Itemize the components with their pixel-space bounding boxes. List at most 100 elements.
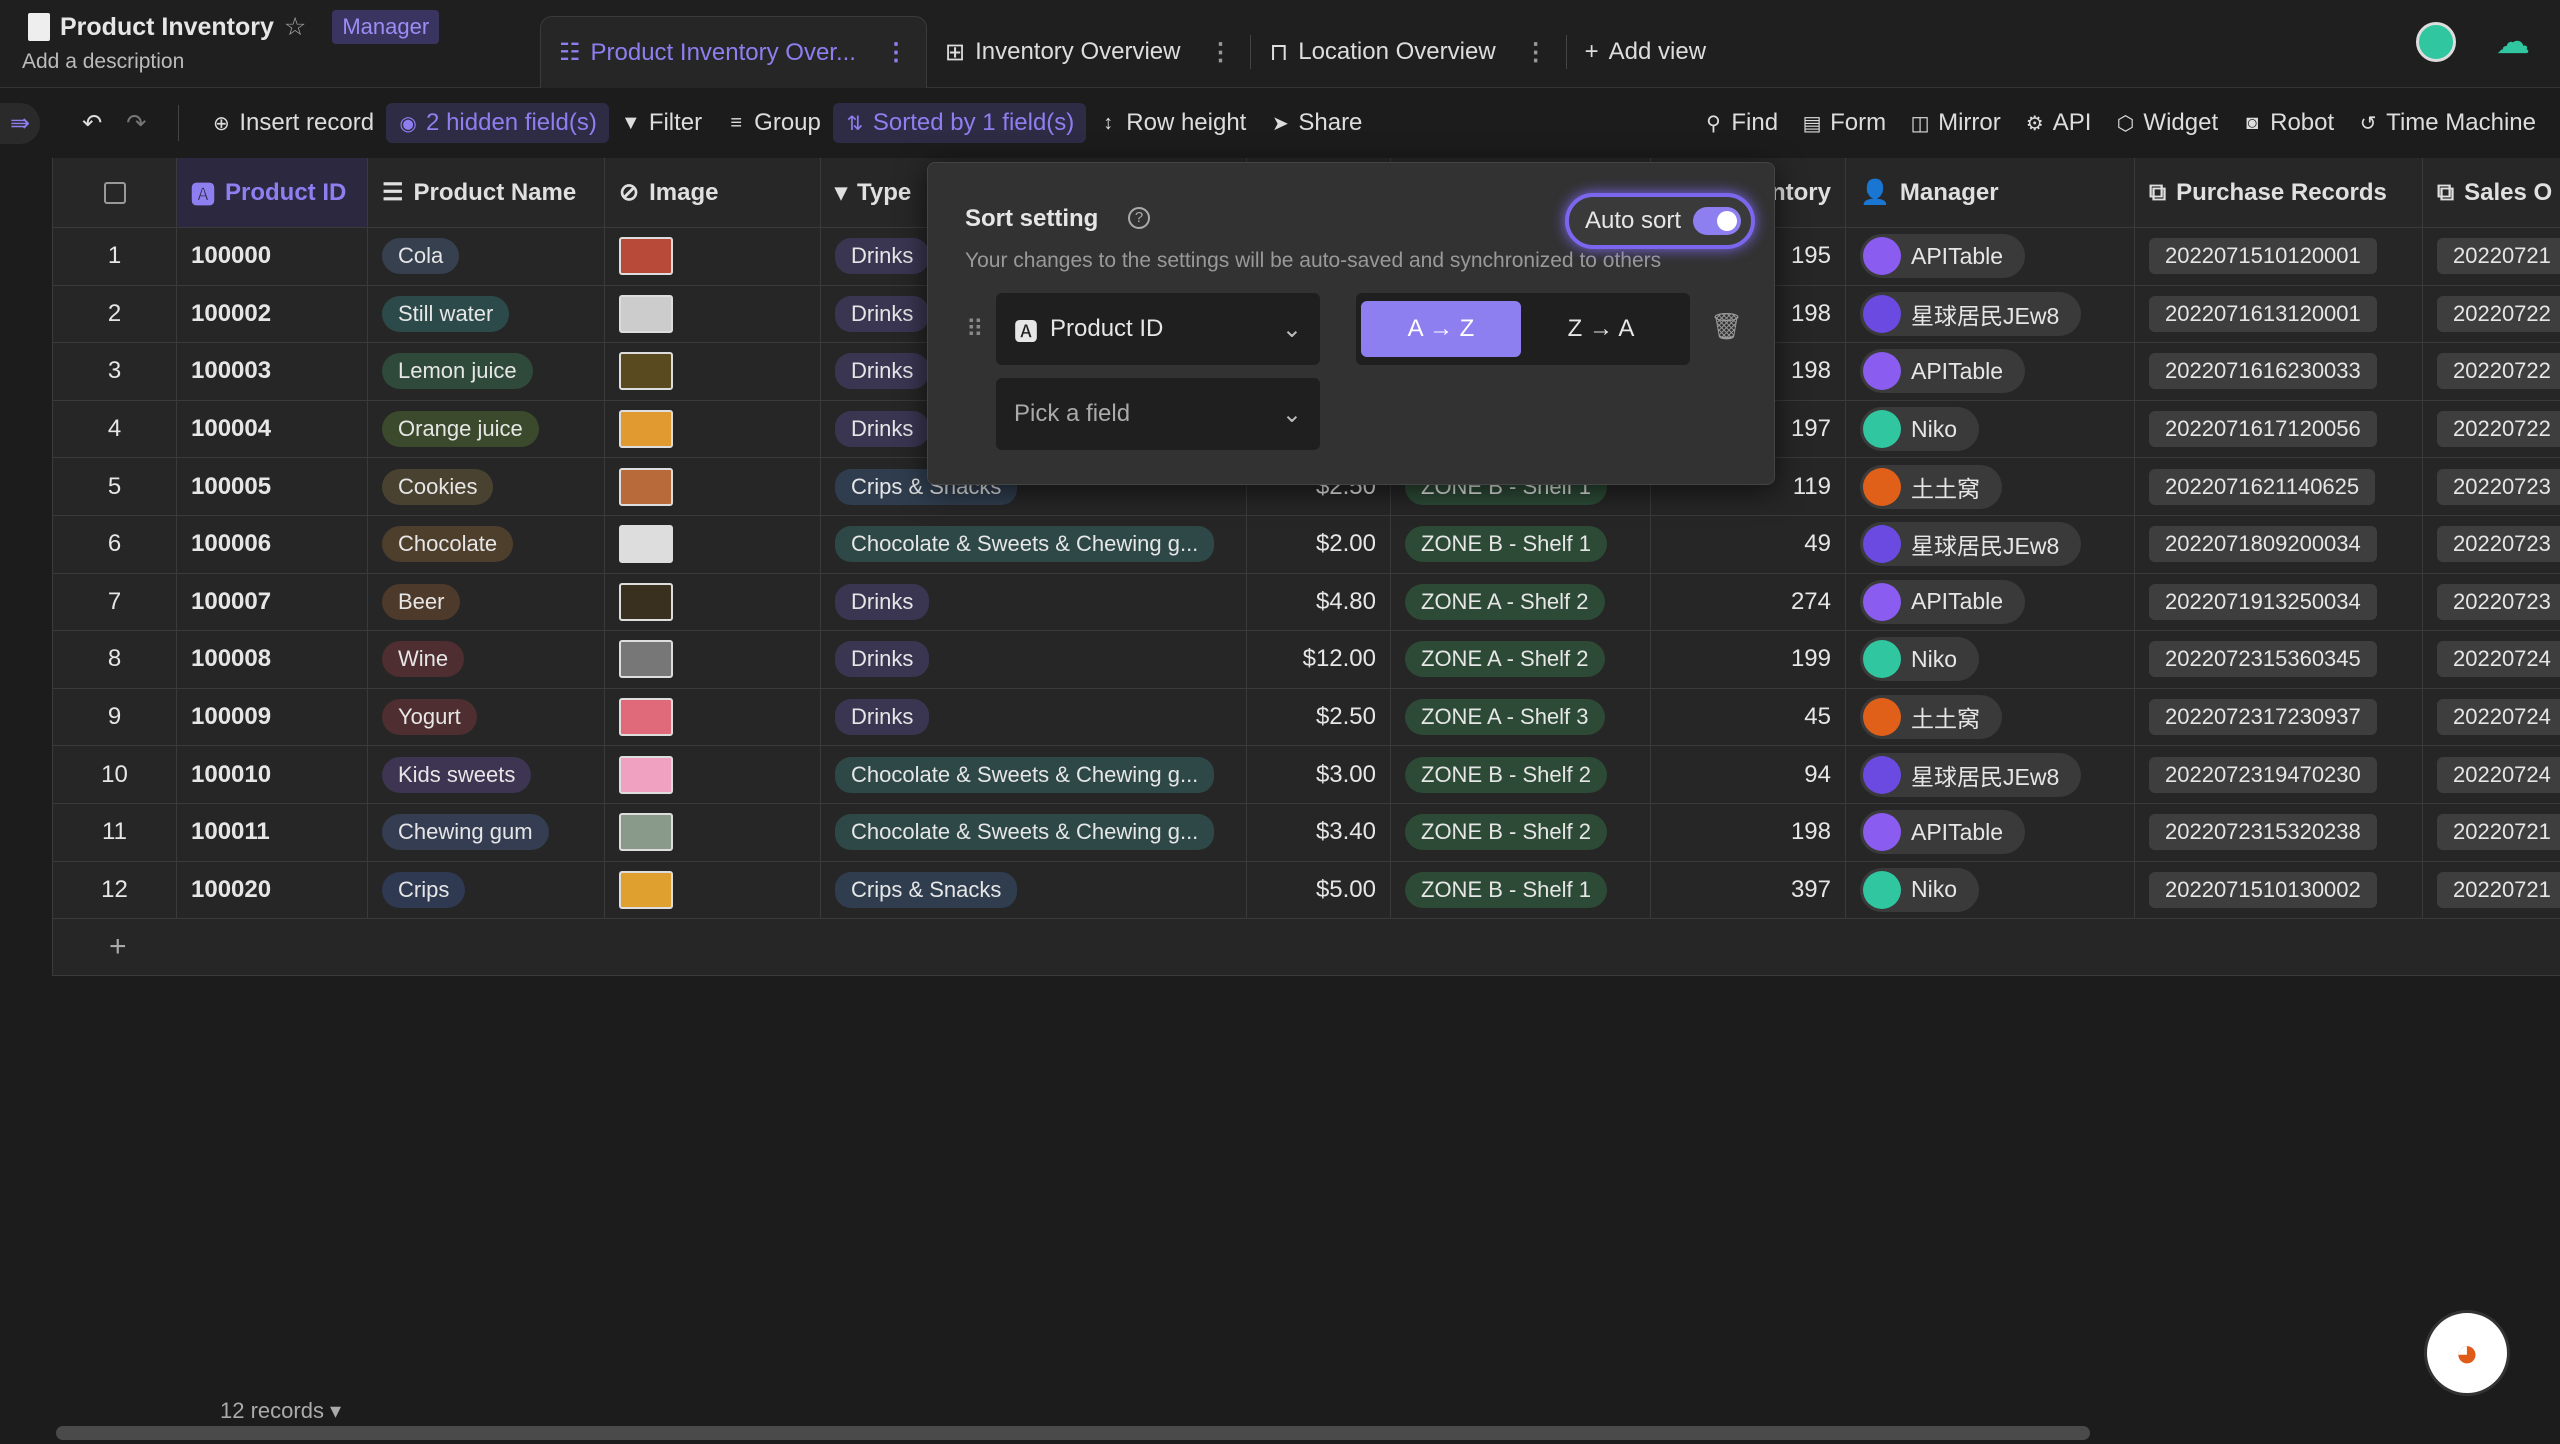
cell-inventory[interactable]: 94 [1651,746,1846,803]
cell-manager[interactable]: 星球居民JEw8 [1846,285,2135,343]
cell-product-id[interactable]: 100002 [177,285,368,343]
product-image-thumbnail[interactable] [619,813,673,852]
cell-inventory[interactable]: 199 [1651,631,1846,688]
cell-sales-orders[interactable]: 20220724 [2423,746,2560,803]
checkbox[interactable] [103,181,126,204]
title-text[interactable]: Product Inventory [60,13,274,42]
product-image-thumbnail[interactable] [619,410,673,449]
cell-product-id[interactable]: 100006 [177,515,368,573]
cell-type[interactable]: Chocolate & Sweets & Chewing g... [821,515,1247,573]
cell-sales-orders[interactable]: 20220723 [2423,458,2560,515]
record-count[interactable]: 12 records ▾ [220,1398,341,1424]
cell-image[interactable] [605,515,821,573]
cell-product-name[interactable]: Yogurt [368,688,605,746]
horizontal-scrollbar[interactable] [56,1426,2090,1440]
star-icon[interactable]: ☆ [284,12,306,42]
cell-type[interactable]: Drinks [821,631,1247,688]
insert-record-button[interactable]: ⊕ Insert record [199,103,386,143]
cell-manager[interactable]: 星球居民JEw8 [1846,746,2135,803]
sort-desc-button[interactable]: Z → A [1521,301,1681,357]
description[interactable]: Add a description [22,50,184,74]
more-icon[interactable]: ⋮ [884,38,908,67]
time-machine-button[interactable]: ↺ Time Machine [2346,103,2548,143]
table-row[interactable]: 7 100007 Beer Drinks $4.80 ZONE A - Shel… [53,573,2560,632]
drag-handle-icon[interactable]: ⠿ [966,315,984,344]
cell-type[interactable]: Chocolate & Sweets & Chewing g... [821,746,1247,803]
cell-purchase-records[interactable]: 2022071613120001 [2135,285,2423,343]
cell-location[interactable]: ZONE A - Shelf 3 [1391,688,1651,746]
cell-product-id[interactable]: 100020 [177,861,368,919]
cell-price[interactable]: $4.80 [1247,573,1391,631]
form-button[interactable]: ▤ Form [1790,103,1898,143]
cell-sales-orders[interactable]: 20220721 [2423,804,2560,861]
cell-location[interactable]: ZONE B - Shelf 1 [1391,515,1651,573]
cell-purchase-records[interactable]: 2022072319470230 [2135,746,2423,803]
pick-field-select[interactable]: Pick a field ⌄ [996,378,1320,450]
add-row-button[interactable]: + [53,919,2560,977]
cell-price[interactable]: $12.00 [1247,631,1391,688]
cell-inventory[interactable]: 45 [1651,688,1846,746]
cell-purchase-records[interactable]: 2022071510120001 [2135,228,2423,285]
product-image-thumbnail[interactable] [619,755,673,794]
hidden-fields-button[interactable]: ◉ 2 hidden field(s) [386,103,609,143]
cell-inventory[interactable]: 274 [1651,573,1846,631]
cell-product-name[interactable]: Chewing gum [368,803,605,861]
cell-manager[interactable]: 星球居民JEw8 [1846,515,2135,573]
row-height-button[interactable]: ↕ Row height [1086,103,1258,143]
product-image-thumbnail[interactable] [619,467,673,506]
cell-product-name[interactable]: Cola [368,228,605,285]
cell-location[interactable]: ZONE B - Shelf 1 [1391,861,1651,919]
table-row[interactable]: 11 100011 Chewing gum Chocolate & Sweets… [53,803,2560,862]
cell-product-id[interactable]: 100004 [177,400,368,458]
cell-image[interactable] [605,631,821,688]
cell-price[interactable]: $2.00 [1247,515,1391,573]
product-image-thumbnail[interactable] [619,698,673,737]
column-header-manager[interactable]: 👤 Manager [1846,158,2135,227]
cell-purchase-records[interactable]: 2022071510130002 [2135,861,2423,919]
cell-manager[interactable]: Niko [1846,861,2135,919]
cell-product-name[interactable]: Still water [368,285,605,343]
cell-image[interactable] [605,228,821,285]
product-image-thumbnail[interactable] [619,870,673,909]
help-icon[interactable]: ? [1128,207,1150,229]
cell-sales-orders[interactable]: 20220723 [2423,574,2560,631]
cell-inventory[interactable]: 198 [1651,803,1846,861]
cell-purchase-records[interactable]: 2022071621140625 [2135,458,2423,515]
cell-image[interactable] [605,458,821,515]
filter-button[interactable]: ▼ Filter [609,103,714,143]
table-row[interactable]: 8 100008 Wine Drinks $12.00 ZONE A - She… [53,631,2560,689]
column-header-purchase-records[interactable]: ⧉ Purchase Records [2135,158,2423,227]
cell-manager[interactable]: 土土窝 [1846,458,2135,515]
share-button[interactable]: ➤ Share [1258,103,1374,143]
cell-sales-orders[interactable]: 20220722 [2423,401,2560,458]
assistant-avatar[interactable]: ◕ [2424,1310,2510,1396]
cell-sales-orders[interactable]: 20220724 [2423,689,2560,746]
cell-manager[interactable]: APITable [1846,228,2135,285]
cell-price[interactable]: $5.00 [1247,861,1391,919]
cell-product-id[interactable]: 100010 [177,746,368,803]
add-view-button[interactable]: + Add view [1567,16,1724,88]
cloud-icon[interactable]: ☁ [2496,22,2530,62]
cell-product-name[interactable]: Wine [368,631,605,688]
cell-location[interactable]: ZONE B - Shelf 2 [1391,746,1651,803]
sort-button[interactable]: ⇅ Sorted by 1 field(s) [832,103,1087,143]
column-header-image[interactable]: ⊘ Image [605,158,821,227]
cell-type[interactable]: Drinks [821,688,1247,746]
cell-product-id[interactable]: 100009 [177,688,368,746]
cell-purchase-records[interactable]: 2022072315360345 [2135,631,2423,688]
sidebar-toggle-icon[interactable]: ⇛ [0,102,41,144]
cell-purchase-records[interactable]: 2022071913250034 [2135,573,2423,631]
column-header-product-id[interactable]: 🅰 Product ID [177,158,368,227]
product-image-thumbnail[interactable] [619,237,673,276]
cell-purchase-records[interactable]: 2022071809200034 [2135,515,2423,573]
cell-purchase-records[interactable]: 2022072317230937 [2135,688,2423,746]
mirror-button[interactable]: ◫ Mirror [1898,103,2013,143]
cell-inventory[interactable]: 397 [1651,861,1846,919]
table-row[interactable]: 12 100020 Crips Crips & Snacks $5.00 ZON… [53,861,2560,920]
cell-manager[interactable]: Niko [1846,631,2135,688]
cell-image[interactable] [605,573,821,631]
column-header-product-name[interactable]: ☰ Product Name [368,158,605,227]
product-image-thumbnail[interactable] [619,352,673,391]
sort-asc-button[interactable]: A → Z [1361,301,1521,357]
cell-purchase-records[interactable]: 2022072315320238 [2135,803,2423,861]
